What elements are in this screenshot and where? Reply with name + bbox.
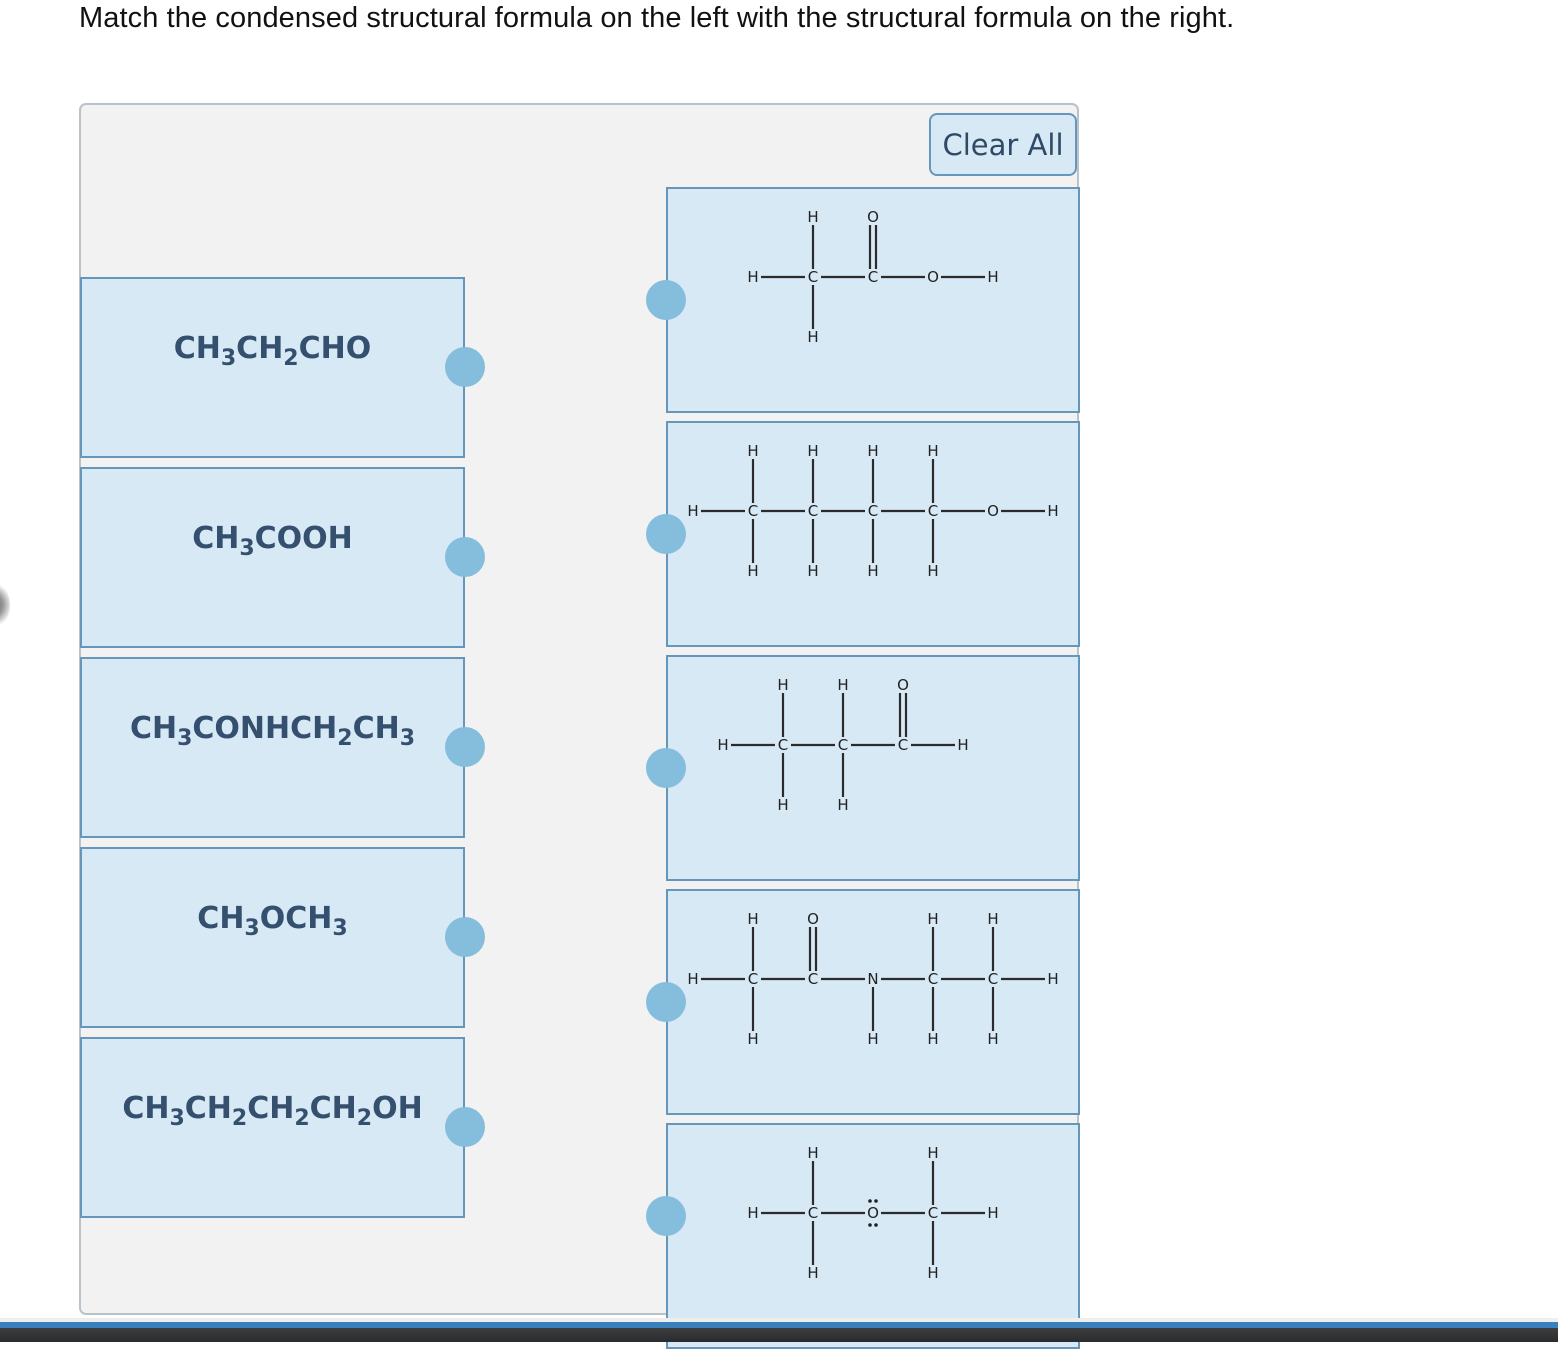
atom-label: H	[1047, 502, 1058, 520]
left-connector-dot[interactable]	[445, 537, 485, 577]
structural-formula-diagram: H C H H O C H H H	[747, 1144, 998, 1282]
atom-label: H	[747, 562, 758, 580]
right-connector-dot[interactable]	[646, 982, 686, 1022]
left-item-card[interactable]: CH3CONHCH2CH3	[80, 657, 465, 838]
bottom-toolbar	[0, 1328, 1558, 1342]
atom-label: H	[807, 328, 818, 346]
atom-label: O	[987, 502, 999, 520]
right-item-card[interactable]: H C H H O C H H H	[666, 1123, 1080, 1349]
atom-label: H	[837, 676, 848, 694]
atom-label: H	[687, 502, 698, 520]
atom-label: H	[747, 1204, 758, 1222]
lone-pair-dot	[874, 1223, 878, 1227]
left-item-card[interactable]: CH3CH2CH2CH2OH	[80, 1037, 465, 1218]
atom-label: C	[808, 502, 818, 520]
atom-label: H	[747, 1030, 758, 1048]
atom-label: H	[807, 562, 818, 580]
atom-label: O	[867, 1204, 879, 1222]
atom-label: O	[897, 676, 909, 694]
atom-label: H	[807, 442, 818, 460]
lone-pair-dot	[868, 1223, 872, 1227]
atom-label: H	[1047, 970, 1058, 988]
structural-formula-diagram: H C H H C O O H	[747, 208, 998, 346]
atom-label: H	[747, 442, 758, 460]
left-connector-dot[interactable]	[445, 917, 485, 957]
atom-label: H	[807, 1264, 818, 1282]
right-connector-dot[interactable]	[646, 280, 686, 320]
lone-pair-dot	[874, 1199, 878, 1203]
atom-label: C	[808, 970, 818, 988]
atom-label: C	[928, 502, 938, 520]
atom-label: H	[987, 1030, 998, 1048]
atom-label: H	[867, 562, 878, 580]
atom-label: H	[807, 1144, 818, 1162]
atom-label: O	[927, 268, 939, 286]
atom-label: O	[867, 208, 879, 226]
structural-formula-diagram: H C H H C H H C H H C H H O H	[687, 442, 1058, 580]
atom-label: H	[777, 676, 788, 694]
atom-label: N	[867, 970, 878, 988]
atom-label: H	[747, 910, 758, 928]
atom-label: C	[868, 502, 878, 520]
atom-label: H	[987, 910, 998, 928]
atom-label: H	[927, 1264, 938, 1282]
condensed-formula: CH3CH2CHO	[173, 331, 372, 371]
clear-all-button[interactable]: Clear All	[929, 113, 1077, 176]
atom-label: C	[748, 502, 758, 520]
atom-label: H	[717, 736, 728, 754]
right-connector-dot[interactable]	[646, 748, 686, 788]
left-connector-dot[interactable]	[445, 1107, 485, 1147]
atom-label: H	[777, 796, 788, 814]
atom-label: C	[748, 970, 758, 988]
condensed-formula: CH3COOH	[192, 521, 353, 561]
right-item-card[interactable]: H C H H C O O H	[666, 187, 1080, 413]
atom-label: C	[808, 1204, 818, 1222]
right-item-card[interactable]: H C H H C H H C O H	[666, 655, 1080, 881]
instructions-text: Match the condensed structural formula o…	[79, 2, 1235, 34]
side-handle-icon[interactable]	[0, 580, 10, 630]
atom-label: H	[987, 268, 998, 286]
atom-label: H	[987, 1204, 998, 1222]
atom-label: C	[778, 736, 788, 754]
atom-label: H	[747, 268, 758, 286]
left-item-card[interactable]: CH3OCH3	[80, 847, 465, 1028]
atom-label: H	[927, 442, 938, 460]
condensed-formula: CH3OCH3	[197, 901, 348, 941]
right-connector-dot[interactable]	[646, 514, 686, 554]
right-item-card[interactable]: H C H H C H H C H H C H H O H	[666, 421, 1080, 647]
left-connector-dot[interactable]	[445, 347, 485, 387]
structural-formula-diagram: H C H H C H H C O H	[717, 676, 968, 814]
atom-label: H	[927, 910, 938, 928]
atom-label: C	[928, 1204, 938, 1222]
condensed-formula: CH3CH2CH2CH2OH	[122, 1091, 423, 1131]
atom-label: C	[898, 736, 908, 754]
atom-label: H	[687, 970, 698, 988]
lone-pair-dot	[868, 1199, 872, 1203]
atom-label: C	[928, 970, 938, 988]
atom-label: H	[927, 1030, 938, 1048]
atom-label: H	[957, 736, 968, 754]
atom-label: C	[868, 268, 878, 286]
left-connector-dot[interactable]	[445, 727, 485, 767]
structural-formula-diagram: H C H H C O N H C H H C H H H	[687, 910, 1058, 1048]
atom-label: H	[867, 442, 878, 460]
atom-label: C	[808, 268, 818, 286]
right-item-card[interactable]: H C H H C O N H C H H C H H H	[666, 889, 1080, 1115]
atom-label: C	[838, 736, 848, 754]
atom-label: O	[807, 910, 819, 928]
condensed-formula: CH3CONHCH2CH3	[129, 711, 416, 751]
left-item-card[interactable]: CH3COOH	[80, 467, 465, 648]
atom-label: H	[867, 1030, 878, 1048]
atom-label: H	[927, 1144, 938, 1162]
left-item-card[interactable]: CH3CH2CHO	[80, 277, 465, 458]
right-connector-dot[interactable]	[646, 1196, 686, 1236]
atom-label: H	[807, 208, 818, 226]
atom-label: H	[927, 562, 938, 580]
atom-label: H	[837, 796, 848, 814]
atom-label: C	[988, 970, 998, 988]
